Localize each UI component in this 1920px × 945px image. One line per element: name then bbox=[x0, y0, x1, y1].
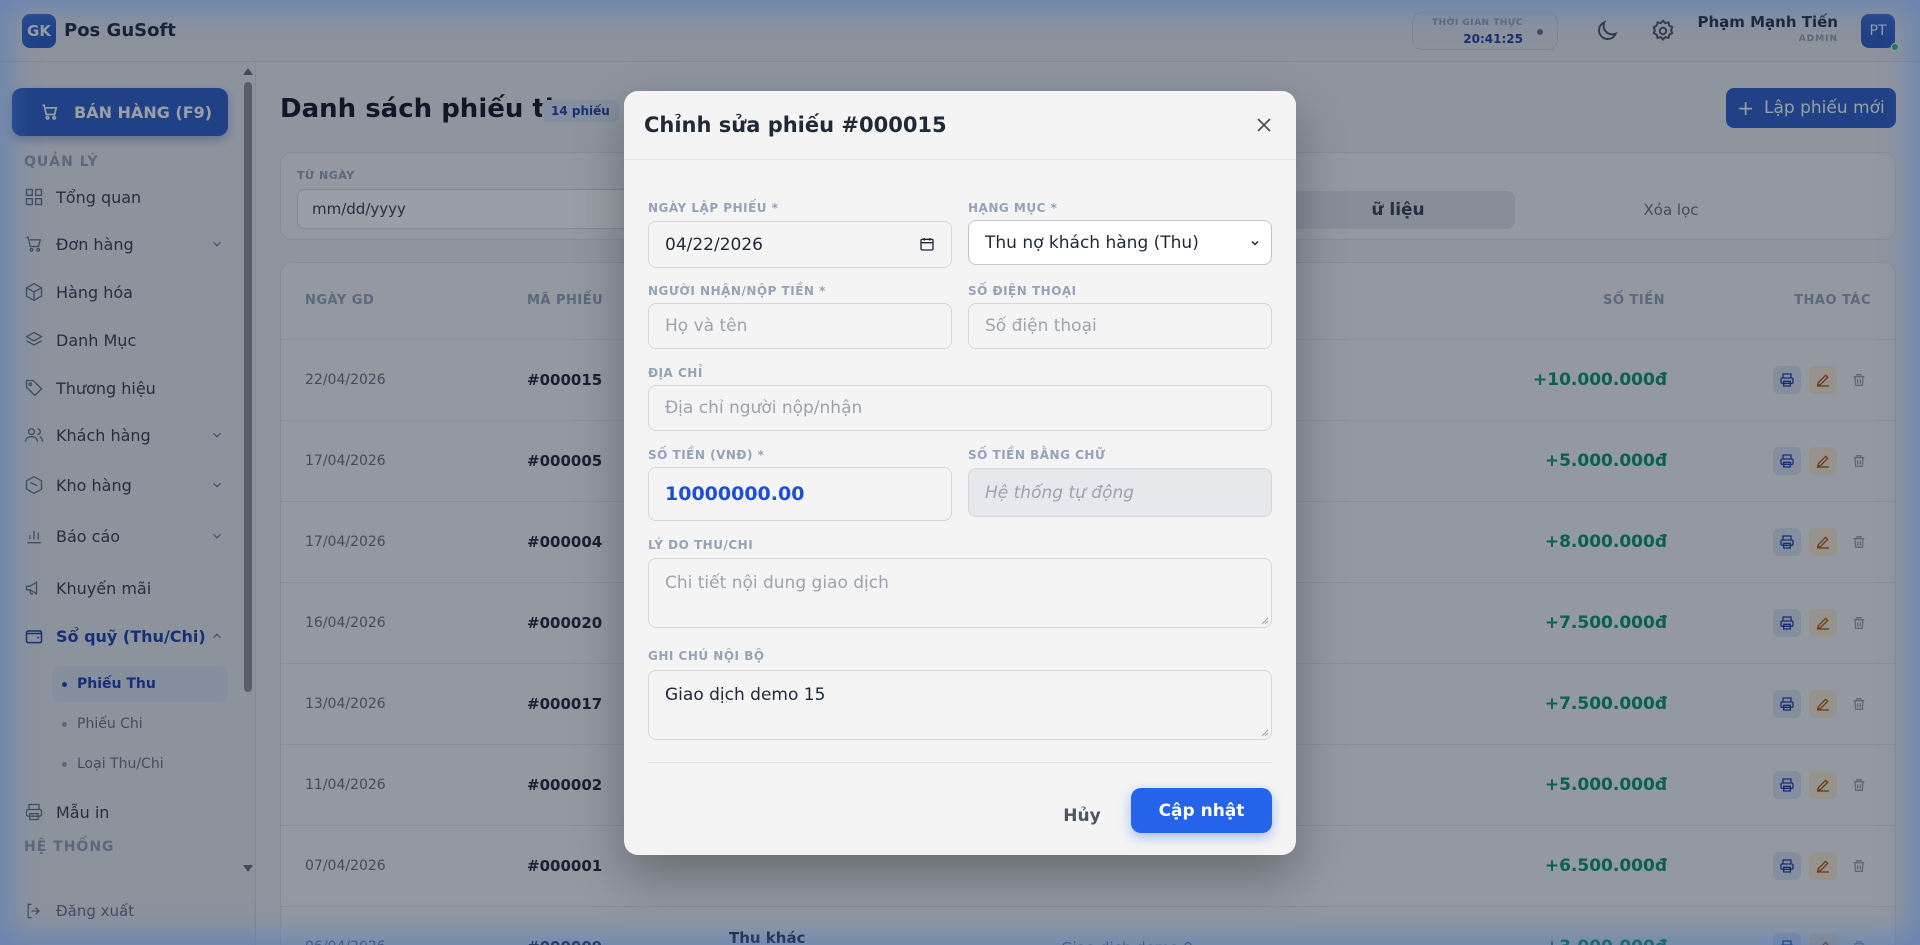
modal-title: Chỉnh sửa phiếu #000015 bbox=[644, 113, 947, 137]
payer-label: NGƯỜI NHẬN/NỘP TIỀN * bbox=[648, 284, 826, 298]
payer-input[interactable]: Họ và tên bbox=[648, 303, 952, 349]
phone-input[interactable]: Số điện thoại bbox=[968, 303, 1272, 349]
calendar-icon[interactable] bbox=[919, 236, 935, 252]
resize-handle-icon[interactable] bbox=[1261, 729, 1269, 737]
date-input[interactable]: 04/22/2026 bbox=[648, 221, 952, 268]
reason-textarea[interactable]: Chi tiết nội dung giao dịch bbox=[648, 558, 1272, 628]
address-label: ĐỊA CHỈ bbox=[648, 366, 703, 380]
internal-note-textarea[interactable]: Giao dịch demo 15 bbox=[648, 670, 1272, 740]
reason-placeholder: Chi tiết nội dung giao dịch bbox=[665, 573, 889, 593]
divider bbox=[624, 159, 1296, 160]
amount-label: SỐ TIỀN (VNĐ) * bbox=[648, 448, 765, 462]
reason-label: LÝ DO THU/CHI bbox=[648, 538, 754, 552]
amount-words-field: Hệ thống tự động bbox=[968, 468, 1272, 517]
amount-input[interactable]: 10000000.00 bbox=[648, 467, 952, 521]
date-value: 04/22/2026 bbox=[665, 234, 763, 255]
resize-handle-icon[interactable] bbox=[1261, 617, 1269, 625]
address-input[interactable]: Địa chỉ người nộp/nhận bbox=[648, 385, 1272, 431]
edit-receipt-modal: Chỉnh sửa phiếu #000015 NGÀY LẬP PHIẾU *… bbox=[624, 91, 1296, 855]
divider bbox=[648, 762, 1272, 763]
category-value: Thu nợ khách hàng (Thu) bbox=[985, 232, 1199, 253]
category-select[interactable]: Thu nợ khách hàng (Thu) bbox=[968, 220, 1272, 265]
internal-note-label: GHI CHÚ NỘI BỘ bbox=[648, 649, 765, 663]
amount-words-label: SỐ TIỀN BẰNG CHỮ bbox=[968, 448, 1106, 462]
phone-label: SỐ ĐIỆN THOẠI bbox=[968, 284, 1077, 298]
chevron-down-icon bbox=[1251, 240, 1259, 246]
date-label: NGÀY LẬP PHIẾU * bbox=[648, 201, 779, 215]
update-button[interactable]: Cập nhật bbox=[1131, 788, 1272, 833]
close-icon[interactable] bbox=[1252, 113, 1276, 137]
category-label: HẠNG MỤC * bbox=[968, 201, 1058, 215]
internal-note-value: Giao dịch demo 15 bbox=[665, 685, 826, 705]
cancel-button[interactable]: Hủy bbox=[1052, 803, 1112, 829]
